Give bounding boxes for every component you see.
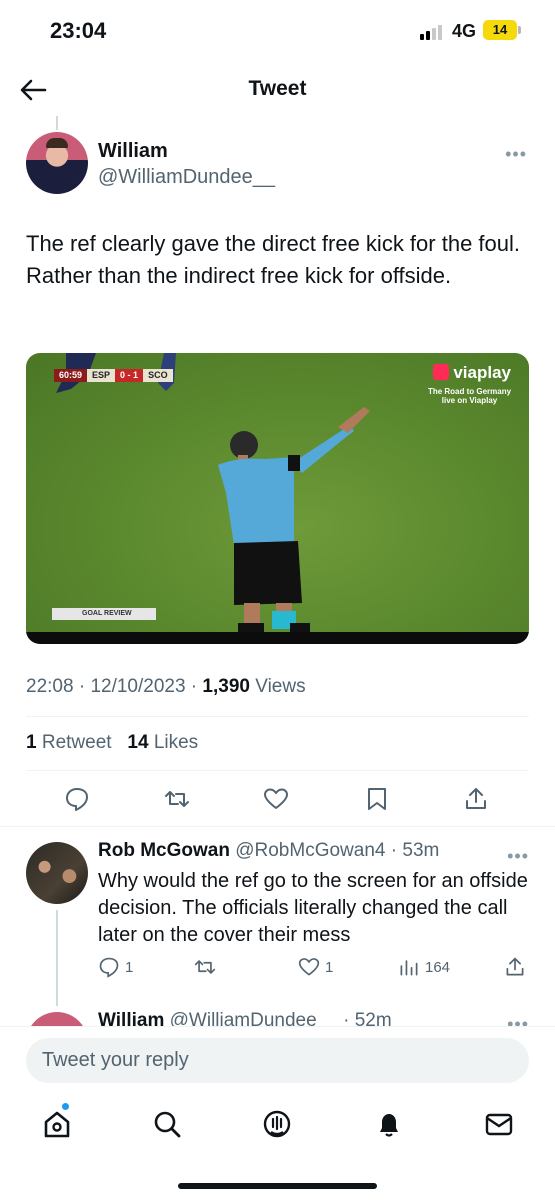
tweet-text: The ref clearly gave the direct free kic… <box>26 231 521 288</box>
tweet-stats: 1 Retweet 14 Likes <box>26 732 198 754</box>
page-title: Tweet <box>248 77 307 100</box>
reply-header: Rob McGowan @RobMcGowan4 · 53m <box>98 840 439 862</box>
tweet-author: William @WilliamDundee__ ••• <box>26 132 531 198</box>
reply-actions: 1 1 164 <box>98 956 538 980</box>
reply-icon[interactable] <box>64 786 90 812</box>
reply-views-button[interactable]: 164 <box>398 956 450 978</box>
search-icon[interactable] <box>152 1109 182 1139</box>
next-reply-author-name[interactable]: William <box>98 1010 164 1026</box>
likes-count[interactable]: 14 <box>127 732 148 753</box>
avatar[interactable] <box>26 132 88 194</box>
share-icon[interactable] <box>463 786 489 812</box>
like-icon[interactable] <box>263 786 289 812</box>
divider <box>0 826 555 827</box>
views-icon <box>400 960 418 976</box>
next-reply-header: William @WilliamDundee__ · 52m <box>98 1010 392 1026</box>
reply-author-name[interactable]: Rob McGowan <box>98 840 230 861</box>
bookmark-icon[interactable] <box>364 786 390 812</box>
tweet-date: 12/10/2023 <box>90 676 186 697</box>
more-icon[interactable]: ••• <box>507 1014 529 1026</box>
avatar[interactable] <box>26 1012 88 1026</box>
broadcaster-tagline: The Road to Germany live on Viaplay <box>427 387 512 405</box>
share-icon <box>506 957 524 976</box>
thread-connector <box>56 116 58 130</box>
next-reply-author-handle[interactable]: @WilliamDundee__ <box>170 1010 338 1026</box>
more-icon[interactable]: ••• <box>505 144 527 165</box>
signal-icon <box>420 24 442 40</box>
reply-icon <box>99 957 119 978</box>
separator-dot: · <box>385 840 403 861</box>
broadcaster-name: viaplay <box>453 363 511 382</box>
home-icon[interactable] <box>42 1109 72 1139</box>
top-nav: Tweet <box>0 62 555 118</box>
notifications-icon[interactable] <box>374 1109 404 1139</box>
tweet-actions <box>26 782 529 818</box>
next-reply-tweet[interactable]: William @WilliamDundee__ · 52m ••• <box>0 1004 555 1026</box>
author-handle[interactable]: @WilliamDundee__ <box>98 166 275 189</box>
tweet-time: 22:08 <box>26 676 74 697</box>
like-count: 1 <box>325 958 334 976</box>
likes-label[interactable]: Likes <box>154 732 198 753</box>
away-team: SCO <box>143 369 173 382</box>
reply-composer: Tweet your reply <box>0 1026 555 1200</box>
avatar[interactable] <box>26 842 88 904</box>
author-name[interactable]: William <box>98 140 168 163</box>
reply-text: Why would the ref go to the screen for a… <box>98 870 528 946</box>
home-indicator <box>178 1183 377 1189</box>
reply-tweet[interactable]: Rob McGowan @RobMcGowan4 · 53m ••• Why w… <box>0 836 555 1026</box>
reply-like-button[interactable]: 1 <box>298 956 333 978</box>
notification-dot <box>62 1103 69 1110</box>
messages-icon[interactable] <box>484 1109 514 1139</box>
retweets-label[interactable]: Retweet <box>42 732 112 753</box>
separator-dot: · <box>337 1010 355 1026</box>
reply-retweet-button[interactable] <box>194 956 216 978</box>
reply-reply-button[interactable]: 1 <box>98 956 133 978</box>
views-count: 1,390 <box>202 676 250 697</box>
more-icon[interactable]: ••• <box>507 846 529 867</box>
battery-tip <box>518 26 521 34</box>
retweet-icon <box>194 960 216 974</box>
retweets-count[interactable]: 1 <box>26 732 37 753</box>
tweet-media[interactable]: 60:59 ESP 0 - 1 SCO viaplay The Road to … <box>26 353 529 644</box>
scorebug: 60:59 ESP 0 - 1 SCO <box>54 369 173 382</box>
retweet-icon[interactable] <box>164 786 190 812</box>
reply-count: 1 <box>125 958 134 976</box>
reply-age: 53m <box>402 840 440 861</box>
match-score: 0 - 1 <box>115 369 144 382</box>
thread-line <box>56 910 58 1006</box>
match-clock: 60:59 <box>54 369 88 382</box>
broadcaster-logo: viaplay <box>433 363 511 383</box>
battery-icon: 14 <box>483 20 517 40</box>
reply-input[interactable]: Tweet your reply <box>26 1038 529 1083</box>
reply-author-handle[interactable]: @RobMcGowan4 <box>235 840 385 861</box>
views-label: Views <box>255 676 306 697</box>
tab-bar <box>0 1103 555 1153</box>
like-icon <box>298 958 320 976</box>
viaplay-icon <box>433 364 450 380</box>
divider <box>26 716 529 717</box>
reply-share-button[interactable] <box>504 956 526 978</box>
home-team: ESP <box>87 369 116 382</box>
status-bar: 23:04 4G 14 <box>0 0 555 62</box>
spaces-icon[interactable] <box>262 1109 292 1139</box>
view-count: 164 <box>425 958 451 976</box>
status-time: 23:04 <box>50 18 107 43</box>
divider <box>26 770 529 771</box>
next-reply-age: 52m <box>354 1010 392 1026</box>
media-bottom-bar <box>26 632 529 644</box>
network-type: 4G <box>452 21 477 41</box>
tweet-meta: 22:08 · 12/10/2023 · 1,390 Views <box>26 676 306 697</box>
goal-review-banner: GOAL REVIEW <box>52 608 156 620</box>
